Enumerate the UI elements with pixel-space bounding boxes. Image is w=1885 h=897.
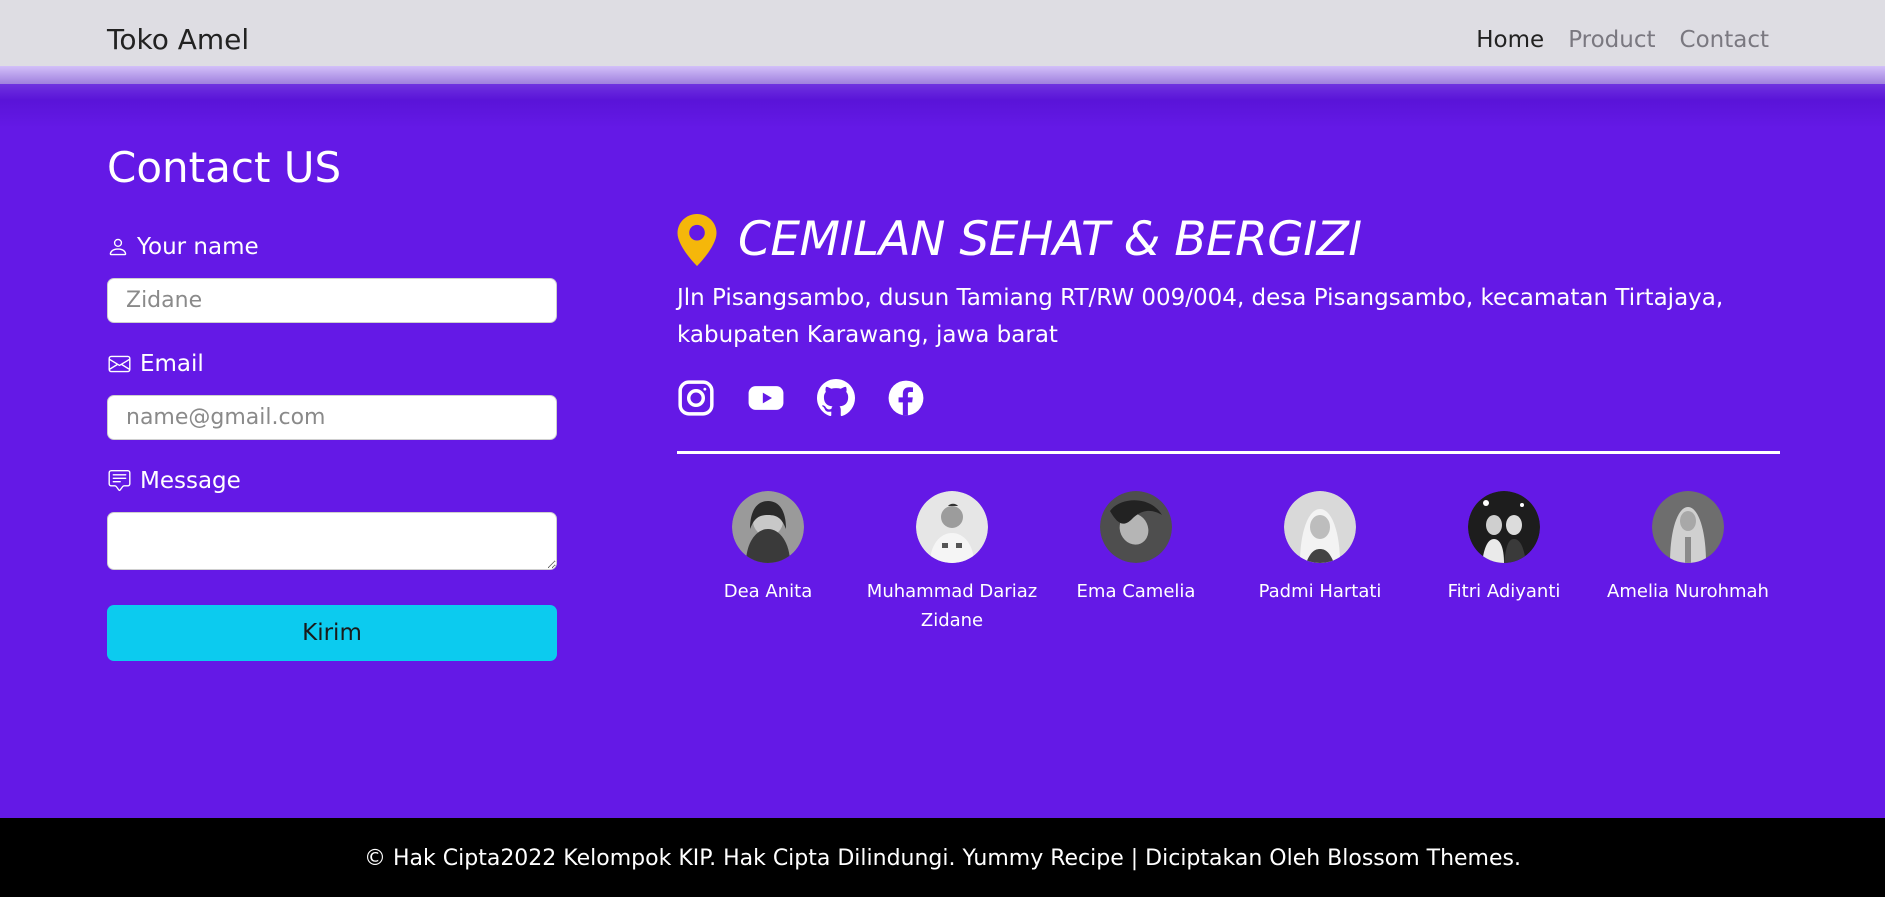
- team-member: Ema Camelia: [1044, 491, 1228, 635]
- name-label-text: Your name: [137, 234, 259, 260]
- footer-text: © Hak Cipta2022 Kelompok KIP. Hak Cipta …: [364, 846, 1521, 871]
- member-name: Padmi Hartati: [1258, 581, 1382, 602]
- team-member: Muhammad Dariaz Zidane: [860, 491, 1044, 635]
- location-pin-icon: [677, 214, 717, 266]
- avatar: [1468, 491, 1540, 563]
- nav-links: Home Product Contact: [1476, 27, 1769, 53]
- avatar: [916, 491, 988, 563]
- email-label: Email: [107, 351, 204, 377]
- github-icon[interactable]: [817, 379, 855, 417]
- member-name: Dea Anita: [723, 581, 813, 602]
- brand-logo[interactable]: Toko Amel: [107, 23, 249, 56]
- instagram-icon[interactable]: [677, 379, 715, 417]
- email-label-text: Email: [140, 351, 204, 377]
- chat-icon: [108, 470, 131, 492]
- navbar-shadow: [0, 66, 1885, 128]
- store-name: CEMILAN SEHAT & BERGIZI: [738, 212, 1362, 267]
- team-member: Padmi Hartati: [1228, 491, 1412, 635]
- member-name: Ema Camelia: [1076, 581, 1196, 602]
- message-textarea[interactable]: [107, 512, 557, 570]
- divider: [677, 451, 1780, 454]
- name-input[interactable]: [107, 278, 557, 323]
- facebook-icon[interactable]: [887, 379, 925, 417]
- avatar: [1100, 491, 1172, 563]
- team-member: Fitri Adiyanti: [1412, 491, 1596, 635]
- avatar: [1284, 491, 1356, 563]
- member-name: Amelia Nurohmah: [1607, 581, 1769, 602]
- message-label: Message: [107, 468, 241, 494]
- submit-button[interactable]: Kirim: [107, 605, 557, 661]
- team-member: Dea Anita: [676, 491, 860, 635]
- avatar: [732, 491, 804, 563]
- team-member: Amelia Nurohmah: [1596, 491, 1780, 635]
- social-links: [677, 379, 925, 417]
- store-address: Jln Pisangsambo, dusun Tamiang RT/RW 009…: [677, 285, 1724, 348]
- person-icon: [109, 238, 127, 256]
- member-name: Muhammad Dariaz Zidane: [866, 581, 1038, 631]
- email-input[interactable]: [107, 395, 557, 440]
- name-label: Your name: [107, 234, 259, 260]
- envelope-icon: [108, 355, 131, 373]
- nav-link-contact[interactable]: Contact: [1680, 27, 1769, 53]
- avatar: [1652, 491, 1724, 563]
- member-name: Fitri Adiyanti: [1447, 581, 1561, 602]
- footer: © Hak Cipta2022 Kelompok KIP. Hak Cipta …: [0, 818, 1885, 897]
- youtube-icon[interactable]: [747, 379, 785, 417]
- nav-link-product[interactable]: Product: [1568, 27, 1655, 53]
- team-list: Dea Anita Muhammad Dariaz Zidane Ema Cam…: [676, 491, 1780, 635]
- message-label-text: Message: [140, 468, 241, 494]
- contact-title: Contact US: [107, 143, 342, 192]
- nav-link-home[interactable]: Home: [1476, 27, 1544, 53]
